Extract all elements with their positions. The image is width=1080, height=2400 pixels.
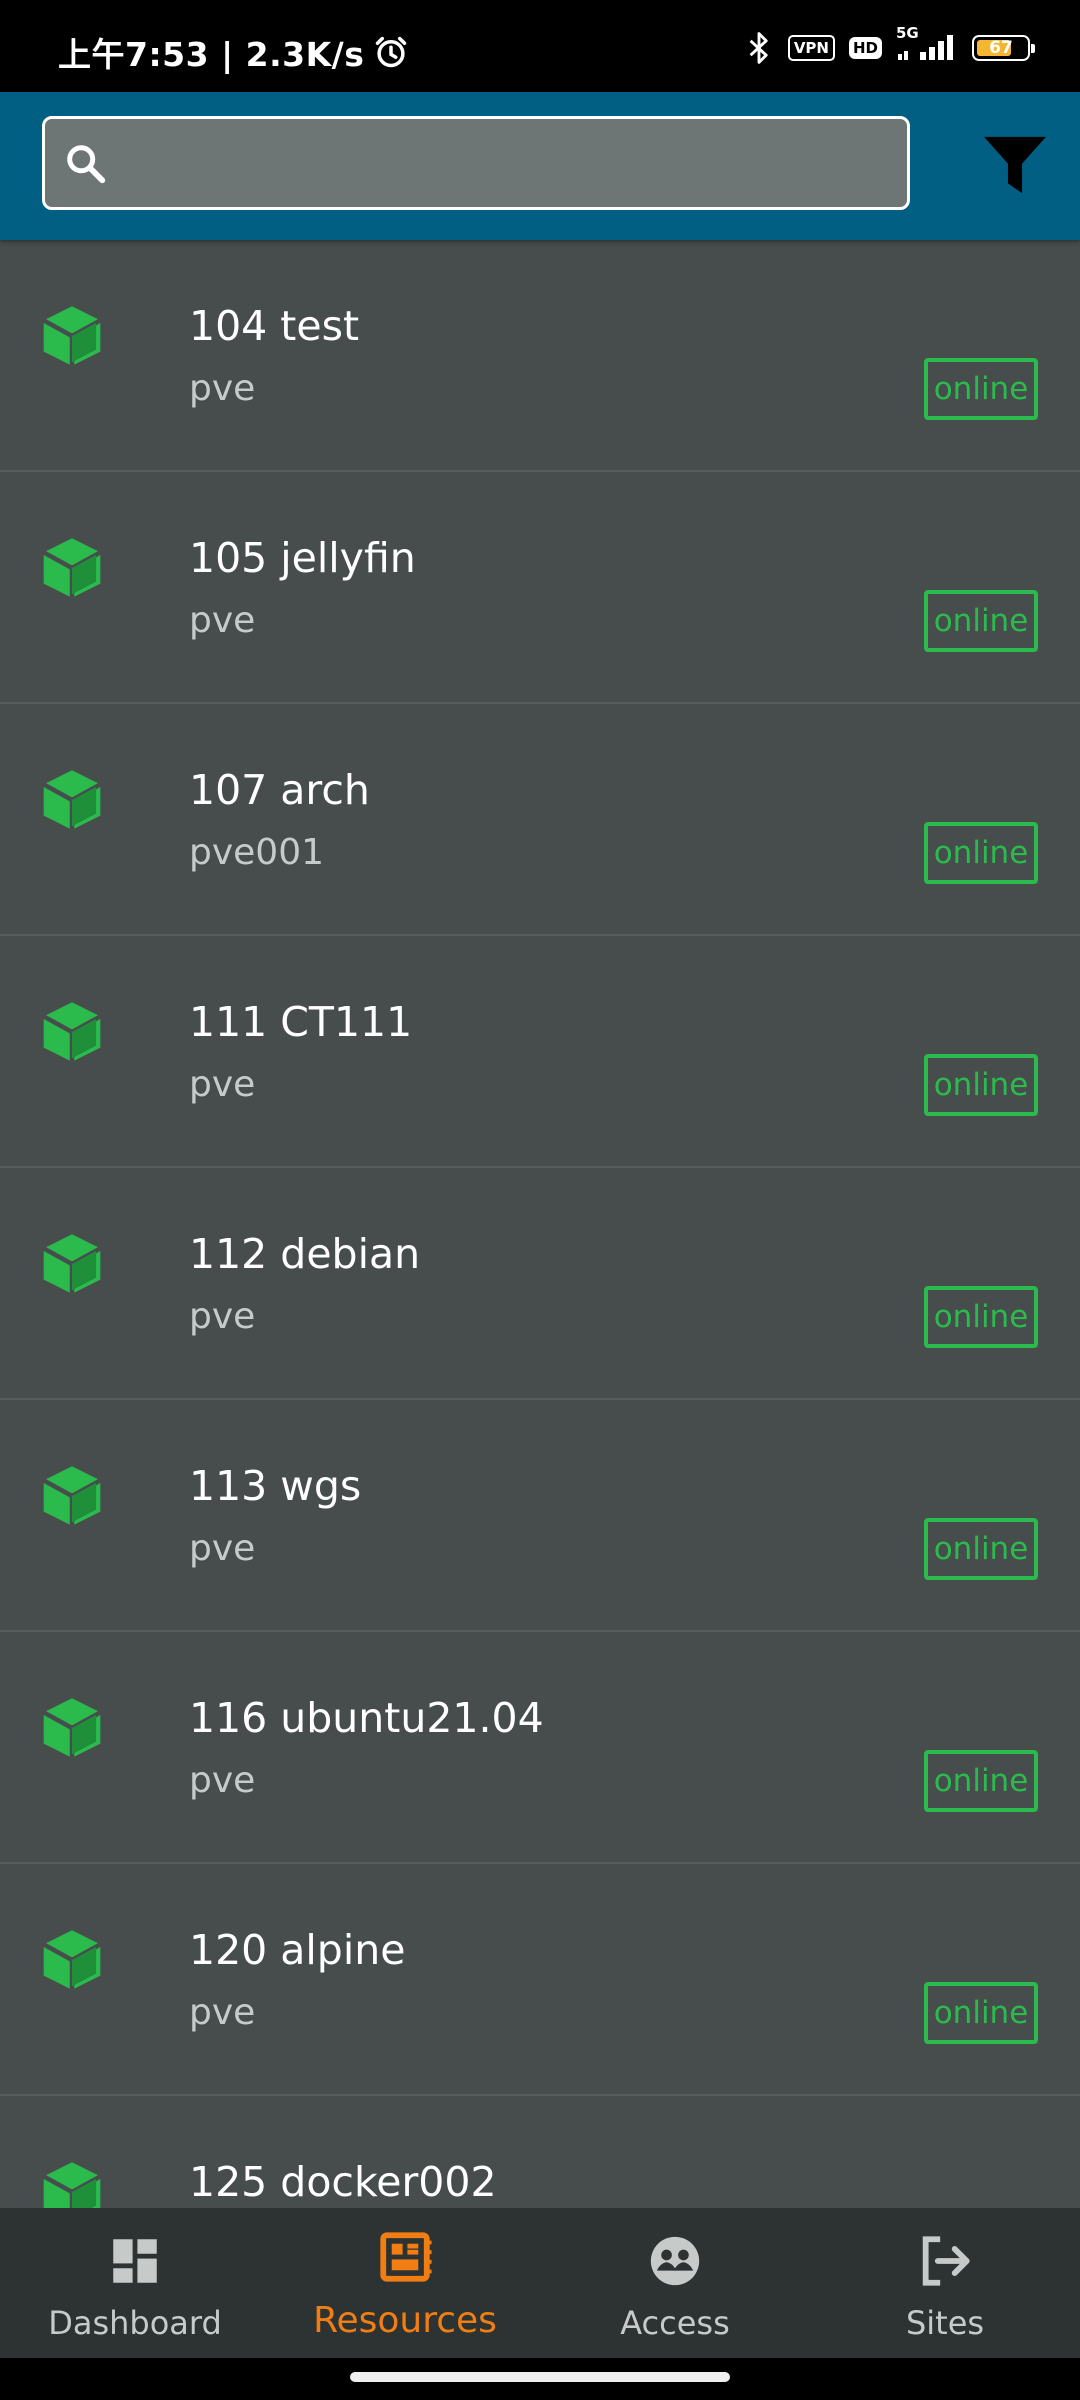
status-badge: online xyxy=(924,1982,1038,2044)
container-cube-icon xyxy=(38,1694,106,1762)
resource-row[interactable]: 104 test pve online xyxy=(0,240,1080,472)
sites-icon xyxy=(922,2236,970,2286)
container-cube-icon xyxy=(38,1462,106,1530)
access-icon xyxy=(650,2236,700,2286)
resource-row[interactable]: 105 jellyfin pve online xyxy=(0,472,1080,704)
container-cube-icon xyxy=(38,1926,106,1994)
search-icon xyxy=(67,145,106,184)
battery-icon: 67 xyxy=(972,35,1035,61)
bluetooth-icon xyxy=(749,32,768,64)
resource-node: pve xyxy=(189,368,256,409)
resource-row[interactable]: 113 wgs pve online xyxy=(0,1400,1080,1632)
resource-row[interactable]: 120 alpine pve online xyxy=(0,1864,1080,2096)
container-cube-icon xyxy=(38,766,106,834)
app-bar xyxy=(0,92,1080,240)
container-cube-icon xyxy=(38,302,106,370)
status-badge: online xyxy=(924,1054,1038,1116)
resource-list[interactable]: 104 test pve online 105 jellyfin pve online 10… xyxy=(0,240,1080,2208)
vpn-indicator: VPN xyxy=(787,35,835,61)
resources-icon xyxy=(380,2232,432,2282)
home-indicator[interactable] xyxy=(350,2372,730,2382)
app-root: 上午7:53 | 2.3K/s VPN HD 5G 67 104 test pv… xyxy=(0,0,1080,2400)
dashboard-icon xyxy=(113,2239,157,2283)
status-badge: online xyxy=(924,822,1038,884)
resource-row[interactable]: 125 docker002online xyxy=(0,2096,1080,2208)
resource-title: 116 ubuntu21.04 xyxy=(189,1694,544,1742)
nav-dashboard-label: Dashboard xyxy=(48,2304,222,2342)
gesture-bar-area xyxy=(0,2358,1080,2400)
search-box[interactable] xyxy=(42,116,910,210)
resource-title: 111 CT111 xyxy=(189,998,413,1046)
container-cube-icon xyxy=(38,1230,106,1298)
resource-row[interactable]: 111 CT111 pve online xyxy=(0,936,1080,1168)
nav-sites-label: Sites xyxy=(905,2304,985,2342)
status-left: 上午7:53 | 2.3K/s xyxy=(58,28,410,76)
container-cube-icon xyxy=(38,2158,106,2208)
resource-title: 105 jellyfin xyxy=(189,534,416,582)
nav-access[interactable]: Access xyxy=(540,2208,810,2358)
status-time: 上午7:53 | 2.3K/s xyxy=(58,35,365,74)
search-input[interactable] xyxy=(125,119,891,207)
status-badge: online xyxy=(924,1286,1038,1348)
resource-node: pve xyxy=(189,600,256,641)
resource-title: 107 arch xyxy=(189,766,370,814)
battery-level: 67 xyxy=(989,38,1013,58)
status-right: VPN HD 5G 67 xyxy=(744,24,1035,66)
alarm-icon xyxy=(376,36,407,68)
resource-node: pve xyxy=(189,1760,256,1801)
status-badge: online xyxy=(924,1518,1038,1580)
status-badge: online xyxy=(924,1750,1038,1812)
status-badge: online xyxy=(924,590,1038,652)
resource-row[interactable]: 112 debian pve online xyxy=(0,1168,1080,1400)
signal-icon xyxy=(898,35,953,60)
nav-resources[interactable]: Resources xyxy=(270,2208,540,2358)
resource-title: 120 alpine xyxy=(189,1926,406,1974)
status-badge: online xyxy=(924,358,1038,420)
nav-resources-label: Resources xyxy=(313,2300,497,2341)
container-cube-icon xyxy=(38,998,106,1066)
resource-title: 112 debian xyxy=(189,1230,421,1278)
resource-node: pve xyxy=(189,1528,256,1569)
nav-sites[interactable]: Sites xyxy=(810,2208,1080,2358)
status-bar: 上午7:53 | 2.3K/s VPN HD 5G 67 xyxy=(0,0,1080,92)
resource-row[interactable]: 116 ubuntu21.04 pve online xyxy=(0,1632,1080,1864)
resource-title: 125 docker002 xyxy=(189,2158,497,2206)
resource-title: 104 test xyxy=(189,302,360,350)
bottom-nav: Dashboard Resources Access Sites xyxy=(0,2208,1080,2358)
container-cube-icon xyxy=(38,534,106,602)
nav-dashboard[interactable]: Dashboard xyxy=(0,2208,270,2358)
resource-node: pve001 xyxy=(189,832,325,873)
signal-group: 5G xyxy=(896,24,958,66)
battery-tip xyxy=(1031,44,1035,53)
filter-icon[interactable] xyxy=(980,134,1050,196)
resource-row[interactable]: 107 arch pve001 online xyxy=(0,704,1080,936)
resource-node: pve xyxy=(189,1064,256,1105)
resource-title: 113 wgs xyxy=(189,1462,362,1510)
resource-node: pve xyxy=(189,1992,256,2033)
nav-access-label: Access xyxy=(620,2304,730,2342)
resource-node: pve xyxy=(189,1296,256,1337)
hd-indicator: HD xyxy=(848,37,882,59)
